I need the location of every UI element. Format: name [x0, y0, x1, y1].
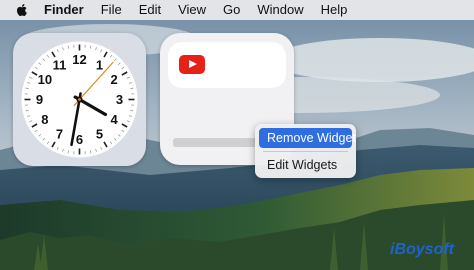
youtube-widget-card[interactable] [168, 42, 286, 88]
watermark-logo: iBoysoft [390, 241, 454, 258]
menu-view[interactable]: View [178, 0, 206, 20]
clock-number: 10 [38, 72, 52, 87]
context-menu: Remove Widget Edit Widgets [255, 124, 356, 178]
clock-number: 8 [41, 112, 48, 127]
clock-number: 1 [96, 57, 103, 72]
menu-window[interactable]: Window [257, 0, 303, 20]
menu-divider [263, 151, 348, 152]
clock-number: 6 [76, 132, 83, 147]
menu-edit[interactable]: Edit [139, 0, 161, 20]
menu-file[interactable]: File [101, 0, 122, 20]
menu-help[interactable]: Help [321, 0, 348, 20]
remove-widget-menu-item[interactable]: Remove Widget [259, 128, 356, 148]
edit-widgets-menu-item[interactable]: Edit Widgets [259, 155, 352, 175]
menu-go[interactable]: Go [223, 0, 240, 20]
analog-clock: 12 12 3 45678 9 1011 [21, 41, 138, 158]
menu-app-name[interactable]: Finder [44, 0, 84, 20]
clock-number: 2 [111, 72, 118, 87]
clock-number: 11 [53, 57, 67, 72]
clock-widget[interactable]: 12 1 2 3 4 5 6 7 8 9 10 11 [13, 33, 146, 166]
clock-number: 12 [72, 52, 86, 67]
menu-bar: Finder File Edit View Go Window Help [0, 0, 474, 20]
clock-number: 3 [116, 92, 123, 107]
clock-number: 4 [111, 112, 119, 127]
clock-number: 5 [96, 127, 103, 142]
youtube-icon [179, 55, 205, 74]
clock-number: 9 [36, 92, 43, 107]
clock-number: 7 [56, 127, 63, 142]
apple-icon[interactable] [14, 2, 30, 18]
